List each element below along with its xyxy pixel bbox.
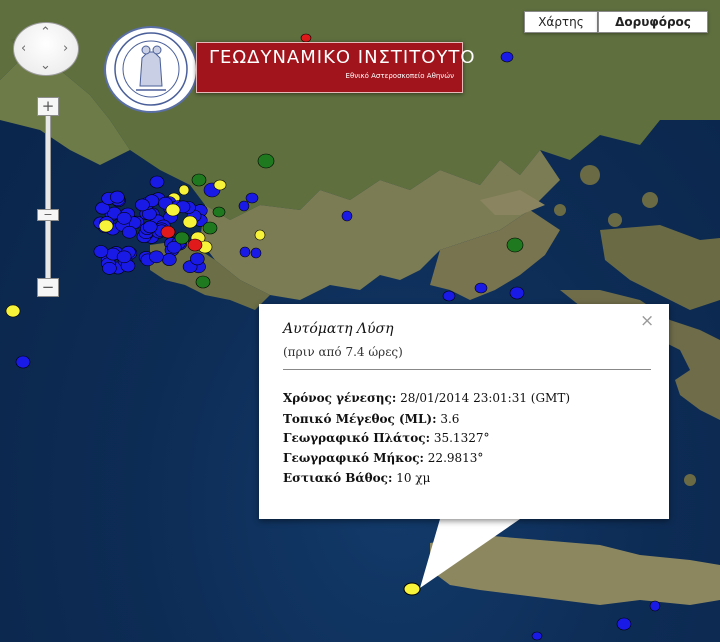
info-window-subtitle: (πριν από 7.4 ώρες) [283, 345, 403, 359]
banner-subtitle: Εθνικό Αστεροσκοπείο Αθηνών [345, 72, 454, 80]
info-value: 28/01/2014 23:01:31 (GMT) [400, 391, 571, 405]
info-window-divider [283, 369, 651, 370]
earthquake-marker[interactable] [165, 203, 181, 217]
earthquake-marker[interactable] [238, 200, 250, 212]
info-label: Γεωγραφικό Μήκος: [283, 451, 424, 465]
earthquake-marker[interactable] [341, 210, 353, 222]
earthquake-cluster [93, 190, 218, 275]
earthquake-marker[interactable] [254, 229, 266, 241]
earthquake-marker[interactable] [245, 192, 259, 204]
info-row-latitude: Γεωγραφικό Πλάτος: 35.1327° [283, 431, 489, 445]
pan-right-icon[interactable]: › [63, 42, 68, 55]
earthquake-marker[interactable] [142, 220, 158, 234]
info-row-depth: Εστιακό Βάθος: 10 χμ [283, 471, 430, 485]
earthquake-marker[interactable] [178, 184, 190, 196]
earthquake-marker[interactable] [174, 231, 190, 245]
zoom-out-button[interactable]: − [37, 278, 59, 297]
earthquake-marker[interactable] [649, 600, 661, 612]
pan-control[interactable]: ⌃ ⌄ ‹ › [13, 22, 79, 76]
info-window-title: Αυτόματη Λύση [283, 321, 394, 337]
earthquake-marker[interactable] [239, 246, 251, 258]
pan-down-icon[interactable]: ⌄ [40, 59, 51, 72]
institute-banner: ΓΕΩΔΥΝΑΜΙΚΟ ΙΝΣΤΙΤΟΥΤΟ Εθνικό Αστεροσκοπ… [196, 42, 475, 93]
earthquake-marker[interactable] [509, 286, 525, 300]
earthquake-marker[interactable] [187, 238, 203, 252]
earthquake-marker[interactable] [500, 51, 514, 63]
earthquake-marker[interactable] [93, 245, 109, 258]
earthquake-marker[interactable] [122, 225, 137, 239]
info-label: Τοπικό Μέγεθος (ML): [283, 412, 437, 426]
info-value: 35.1327° [433, 431, 490, 445]
earthquake-marker[interactable] [212, 206, 226, 218]
info-value: 3.6 [440, 412, 460, 426]
earthquake-marker[interactable] [442, 290, 456, 302]
popup-pointer [420, 519, 520, 588]
earthquake-marker[interactable] [191, 173, 207, 187]
earthquake-marker[interactable] [116, 250, 132, 264]
earthquake-marker[interactable] [616, 617, 632, 631]
zoom-slider-handle[interactable]: − [37, 209, 59, 221]
info-row-magnitude: Τοπικό Μέγεθος (ML): 3.6 [283, 412, 459, 426]
info-value: 22.9813° [427, 451, 484, 465]
earthquake-marker[interactable] [474, 282, 488, 294]
info-label: Εστιακό Βάθος: [283, 471, 393, 485]
map-type-satellite-button[interactable]: Δορυφόρος [598, 11, 708, 33]
earthquake-marker[interactable] [116, 212, 132, 225]
earthquake-marker[interactable] [162, 253, 177, 266]
earthquake-marker[interactable] [15, 355, 31, 369]
info-row-longitude: Γεωγραφικό Μήκος: 22.9813° [283, 451, 483, 465]
earthquake-marker[interactable] [257, 153, 275, 169]
close-icon[interactable]: × [640, 312, 654, 330]
earthquake-marker[interactable] [190, 252, 205, 266]
earthquake-marker[interactable] [98, 219, 114, 233]
earthquake-marker[interactable] [5, 304, 21, 318]
earthquake-marker[interactable] [149, 250, 164, 264]
earthquake-marker[interactable] [182, 215, 198, 229]
pan-up-icon[interactable]: ⌃ [40, 26, 51, 39]
earthquake-marker[interactable] [250, 247, 262, 259]
info-label: Χρόνος γένεσης: [283, 391, 397, 405]
earthquake-marker[interactable] [195, 275, 211, 289]
earthquake-marker[interactable] [202, 221, 218, 235]
earthquake-marker[interactable] [531, 631, 543, 641]
earthquake-marker[interactable] [110, 190, 125, 204]
earthquake-marker[interactable] [213, 179, 227, 191]
institute-seal-logo [104, 26, 198, 113]
earthquake-marker[interactable] [135, 198, 150, 212]
earthquake-marker[interactable] [160, 225, 176, 239]
info-label: Γεωγραφικό Πλάτος: [283, 431, 431, 445]
earthquake-marker[interactable] [506, 237, 524, 253]
pan-left-icon[interactable]: ‹ [21, 42, 26, 55]
zoom-slider-track[interactable] [45, 113, 51, 283]
banner-title: ΓΕΩΔΥΝΑΜΙΚΟ ΙΝΣΤΙΤΟΥΤΟ [209, 47, 476, 68]
earthquake-marker[interactable] [149, 175, 165, 189]
earthquake-marker[interactable] [102, 261, 117, 275]
earthquake-marker[interactable] [300, 33, 312, 43]
map-type-map-button[interactable]: Χάρτης [524, 11, 598, 33]
satellite-map[interactable]: Χάρτης Δορυφόρος ⌃ ⌄ ‹ › + − − ΓΕΩΔΥΝΑΜΙ… [0, 0, 720, 642]
zoom-in-button[interactable]: + [37, 97, 59, 116]
info-value: 10 χμ [396, 471, 431, 485]
selected-earthquake-marker[interactable] [403, 582, 421, 596]
info-row-origin-time: Χρόνος γένεσης: 28/01/2014 23:01:31 (GMT… [283, 391, 570, 405]
